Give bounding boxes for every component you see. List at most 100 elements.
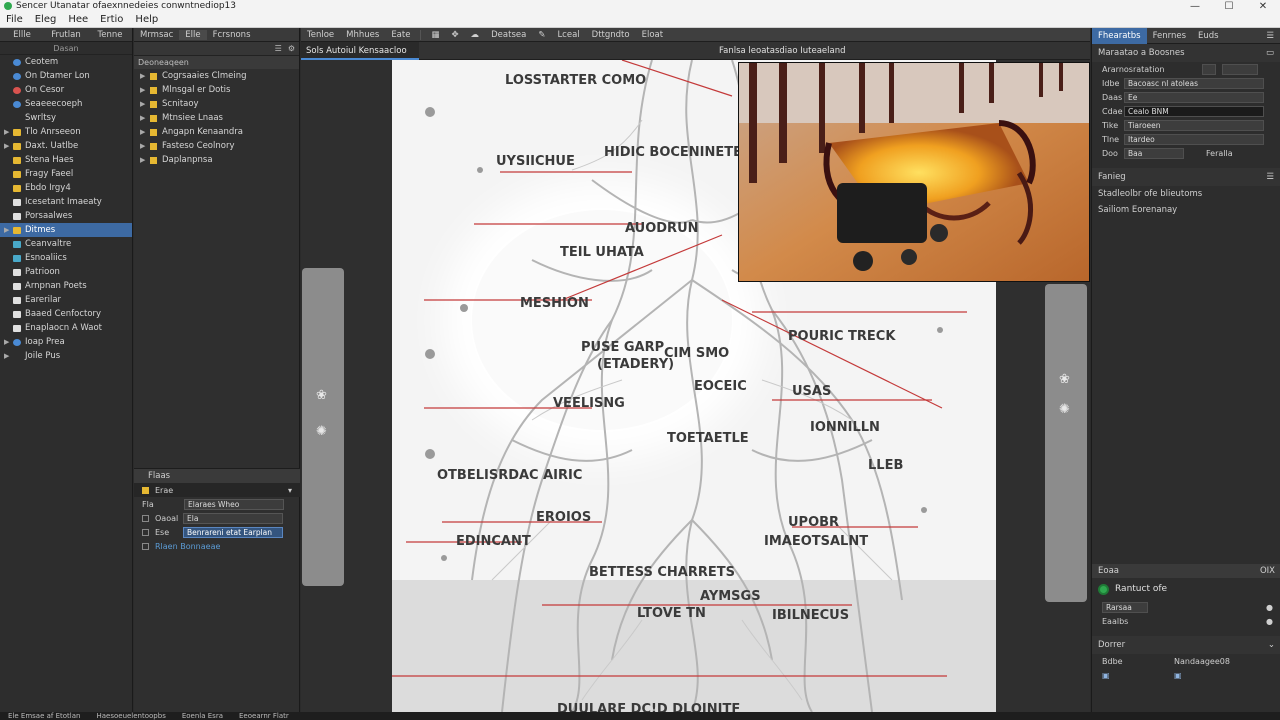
toolbar-item-2[interactable]: Mhhues xyxy=(340,30,385,40)
ese-checkbox[interactable] xyxy=(142,528,149,536)
inspector-row-field[interactable]: Itardeo xyxy=(1124,133,1264,145)
menu-icon[interactable]: ☰ xyxy=(1260,28,1280,44)
left-side-handle[interactable]: ❀ ✺ xyxy=(302,268,344,586)
tree-item[interactable]: Enaplaocn A Waot xyxy=(0,321,132,335)
tree-item[interactable]: ▶ Tlo Anrseeon xyxy=(0,125,132,139)
tree-item[interactable]: Esnoaliics xyxy=(0,251,132,265)
small-field[interactable] xyxy=(1202,63,1216,75)
tree-item[interactable]: Swrltsy xyxy=(0,111,132,125)
tree-item[interactable]: ▶ Ioap Prea xyxy=(0,335,132,349)
file-icon[interactable]: ▣ xyxy=(1102,671,1174,680)
toolbar-item-4[interactable]: Deatsea xyxy=(485,30,532,40)
tab-left-1[interactable]: Ellle xyxy=(0,28,44,41)
minimize-button[interactable]: — xyxy=(1178,1,1212,12)
tree-item[interactable]: Ebdo Irgy4 xyxy=(0,181,132,195)
toolbar-icon-cloud[interactable]: ☁ xyxy=(465,30,486,40)
dot-icon[interactable]: ● xyxy=(1266,603,1273,612)
property-link[interactable]: Rlaen Bonnaeae xyxy=(155,542,220,551)
folder-item[interactable]: ▶ Daplanpnsa xyxy=(134,153,299,167)
menu-tools[interactable]: Ertio xyxy=(94,14,129,25)
status-item[interactable]: Rantuct ofe xyxy=(1092,578,1280,600)
file-icon[interactable]: ▣ xyxy=(1174,671,1182,680)
expand-arrow-icon[interactable]: ▶ xyxy=(140,139,150,153)
tab-output[interactable]: Eoaa xyxy=(1098,566,1119,576)
expand-arrow-icon[interactable]: ▶ xyxy=(4,125,12,139)
expand-arrow-icon[interactable]: ▶ xyxy=(140,153,150,167)
inspector-subsection-item[interactable]: Stadleolbr ofe blieutoms xyxy=(1092,186,1280,202)
viewport[interactable]: ❀ ✺ ❀ ✺ LOSSTARTER COMO UYSIICHUE HIDIC … xyxy=(301,60,1090,712)
inspector-row-field[interactable]: Baa xyxy=(1124,147,1184,159)
toolbar-icon-pen[interactable]: ✎ xyxy=(532,30,551,40)
menu-icon[interactable]: ☰ xyxy=(1266,168,1274,186)
expand-arrow-icon[interactable]: ▶ xyxy=(4,335,12,349)
tab-frames[interactable]: Fenrnes xyxy=(1147,28,1192,44)
toolbar-item-3[interactable]: Eate xyxy=(385,30,416,40)
tree-item[interactable]: On Dtamer Lon xyxy=(0,69,132,83)
dropdown-arrow-icon[interactable]: ▾ xyxy=(288,486,292,495)
toolbar-item-7[interactable]: Eloat xyxy=(636,30,669,40)
tree-item[interactable]: Fragy Faeel xyxy=(0,167,132,181)
tree-item[interactable]: Porsaalwes xyxy=(0,209,132,223)
toolbar-item-5[interactable]: Lceal xyxy=(551,30,585,40)
inspector-row-field[interactable]: Tiaroeen xyxy=(1124,119,1264,131)
menu-icon[interactable]: ☰ xyxy=(275,44,282,53)
collapse-icon[interactable]: ▭ xyxy=(1266,44,1274,62)
expand-arrow-icon[interactable]: ▶ xyxy=(140,125,150,139)
link-checkbox[interactable] xyxy=(142,542,149,550)
toolbar-icon-move[interactable]: ✥ xyxy=(446,30,465,40)
inspector-row-field[interactable]: Cealo BNM xyxy=(1124,105,1264,117)
tree-item[interactable]: ▶ Daxt. Uatlbe xyxy=(0,139,132,153)
expand-arrow-icon[interactable]: ▶ xyxy=(140,97,150,111)
close-button[interactable]: ✕ xyxy=(1246,1,1280,12)
inspector-subsection-item[interactable]: Sailiom Eorenanay xyxy=(1092,202,1280,218)
folder-item[interactable]: ▶ Cogrsaaies Clmeing xyxy=(134,69,299,83)
tree-item[interactable]: Baaed Cenfoctory xyxy=(0,307,132,321)
document-tab[interactable]: Sols Autoiul Kensaacloo xyxy=(301,41,419,60)
expand-arrow-icon[interactable]: ▶ xyxy=(140,111,150,125)
tree-item[interactable]: Stena Haes xyxy=(0,153,132,167)
tree-item[interactable]: ▶ Joile Pus xyxy=(0,349,132,363)
folder-item[interactable]: ▶ Mtnsiee Lnaas xyxy=(134,111,299,125)
folder-item[interactable]: ▶ Angapn Kenaandra xyxy=(134,125,299,139)
expand-arrow-icon[interactable]: ▶ xyxy=(4,349,12,363)
tree-item[interactable]: On Cesor xyxy=(0,83,132,97)
tree-item[interactable]: Ceotem xyxy=(0,55,132,69)
menu-edit[interactable]: Eleg xyxy=(29,14,63,25)
tree-item[interactable]: Seaeeecoeph xyxy=(0,97,132,111)
original-checkbox[interactable] xyxy=(142,514,149,522)
menu-file[interactable]: File xyxy=(0,14,29,25)
folder-item[interactable]: ▶ Mlnsgal er Dotis xyxy=(134,83,299,97)
tab-left-3[interactable]: Tenne xyxy=(88,28,132,41)
output-field[interactable]: Rarsaa xyxy=(1102,601,1148,613)
dot-icon[interactable]: ● xyxy=(1266,617,1273,626)
tab-left-2[interactable]: Frutlan xyxy=(44,28,88,41)
tab-assets[interactable]: Mrmsac xyxy=(134,30,179,40)
settings-icon[interactable]: ⚙ xyxy=(288,44,295,53)
property-ese-field[interactable]: Benrareni etat Earplan xyxy=(183,526,283,538)
inspector-row-field[interactable]: Bacoasc nl atoleas xyxy=(1124,77,1264,89)
tab-files[interactable]: Elle xyxy=(179,29,207,40)
toolbar-item-1[interactable]: Tenloe xyxy=(301,30,340,40)
property-row-name[interactable]: Erae ▾ xyxy=(134,483,300,497)
tab-functions[interactable]: Fcrsnons xyxy=(207,30,257,40)
expand-arrow-icon[interactable]: ▶ xyxy=(140,69,150,83)
output-close-button[interactable]: OIX xyxy=(1260,566,1275,576)
tree-item[interactable]: Patrioon xyxy=(0,265,132,279)
expand-arrow-icon[interactable]: ▶ xyxy=(140,83,150,97)
asset-search-bar[interactable]: ☰ ⚙ xyxy=(134,42,299,56)
chevron-down-icon[interactable]: ⌄ xyxy=(1268,636,1275,654)
tree-item[interactable]: Ceanvaltre xyxy=(0,237,132,251)
expand-arrow-icon[interactable]: ▶ xyxy=(4,139,12,153)
tree-item[interactable]: ▶ Ditmes xyxy=(0,223,132,237)
tree-item[interactable]: Arnpnan Poets xyxy=(0,279,132,293)
toolbar-icon-grid[interactable]: ▦ xyxy=(425,30,445,40)
expand-arrow-icon[interactable]: ▶ xyxy=(4,223,12,237)
tab-features[interactable]: Fhearatbs xyxy=(1092,27,1147,44)
folder-item[interactable]: ▶ Fasteso Ceolnory xyxy=(134,139,299,153)
right-side-handle[interactable]: ❀ ✺ xyxy=(1045,284,1087,602)
toolbar-item-6[interactable]: Dttgndto xyxy=(586,30,636,40)
small-field[interactable] xyxy=(1222,63,1258,75)
tab-euds[interactable]: Euds xyxy=(1192,28,1225,44)
menu-view[interactable]: Hee xyxy=(62,14,94,25)
maximize-button[interactable]: ☐ xyxy=(1212,1,1246,12)
